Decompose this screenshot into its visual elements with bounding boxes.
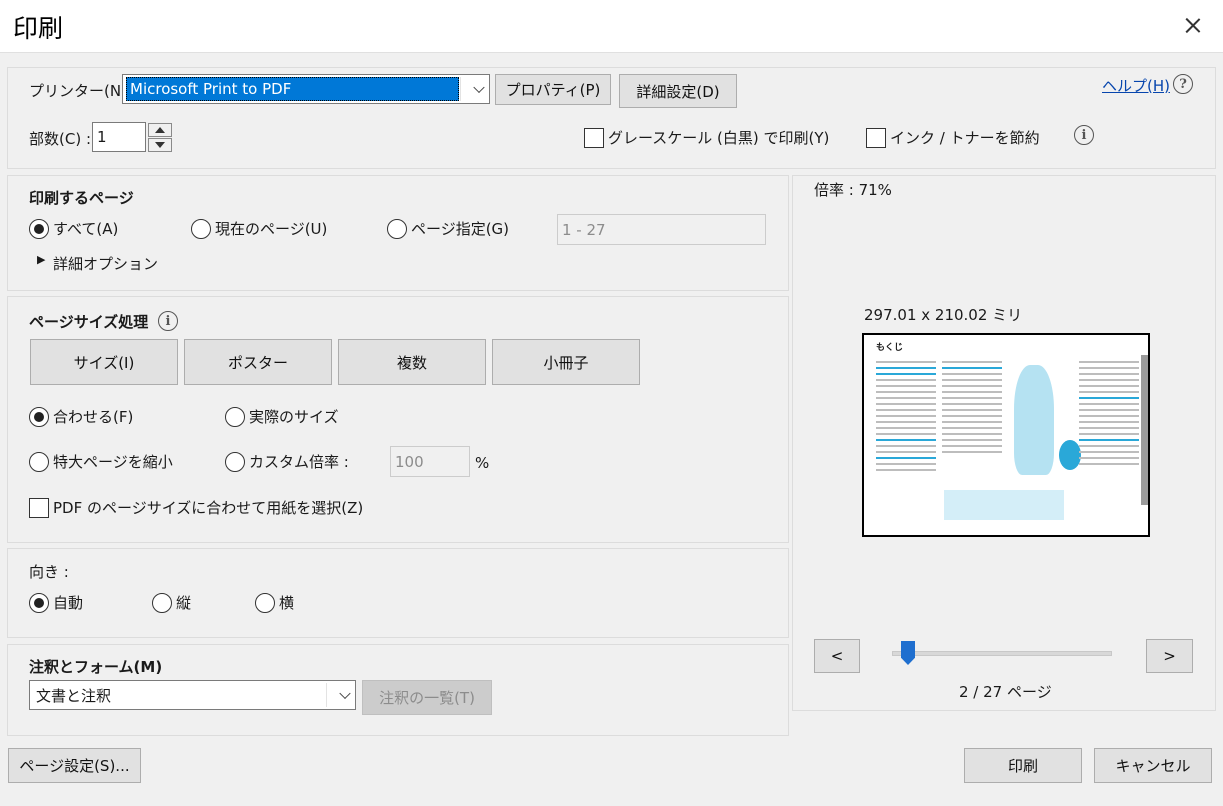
orientation-portrait-label: 縦 [176, 594, 192, 612]
shrink-radio[interactable]: 特大ページを縮小 [29, 451, 173, 472]
checkbox-box [29, 497, 49, 518]
annotations-heading: 注釈とフォーム(M) [29, 658, 163, 676]
pdf-paper-label: PDF のページサイズに合わせて用紙を選択(Z) [53, 499, 364, 517]
help-question-icon[interactable]: ? [1173, 74, 1193, 94]
grayscale-checkbox[interactable]: グレースケール (白黒) で印刷(Y) [584, 127, 829, 148]
orientation-heading: 向き : [29, 563, 69, 581]
radio-circle [387, 218, 407, 239]
info-icon[interactable]: i [1074, 125, 1094, 145]
title-bar: 印刷 [0, 0, 1223, 52]
thumbnail-column [876, 357, 936, 475]
radio-circle [225, 451, 245, 472]
pages-all-radio[interactable]: すべて(A) [29, 218, 118, 239]
orientation-landscape-label: 横 [279, 594, 295, 612]
page-info: 2 / 27 ページ [959, 683, 1052, 701]
chevron-down-icon [339, 687, 351, 700]
orientation-panel [7, 548, 789, 638]
prev-page-button[interactable]: < [814, 639, 860, 673]
orientation-auto-label: 自動 [53, 594, 84, 612]
page-dimensions: 297.01 x 210.02 ミリ [864, 306, 1023, 324]
print-button[interactable]: 印刷 [964, 748, 1082, 783]
illustration-figure [1014, 365, 1054, 475]
orientation-auto-radio[interactable]: 自動 [29, 592, 83, 613]
save-ink-label: インク / トナーを節約 [890, 129, 1040, 147]
thumbnail-heading: もくじ [876, 343, 904, 353]
actual-size-radio[interactable]: 実際のサイズ [225, 406, 339, 427]
radio-circle [152, 592, 172, 613]
pages-heading: 印刷するページ [29, 189, 134, 207]
window-title: 印刷 [13, 14, 64, 43]
expand-triangle-icon[interactable]: ▶ [37, 253, 45, 266]
pages-current-radio[interactable]: 現在のページ(U) [191, 218, 327, 239]
annotation-summary-button[interactable]: 注釈の一覧(T) [362, 680, 492, 715]
shrink-label: 特大ページを縮小 [53, 453, 173, 471]
copies-label: 部数(C) : [29, 130, 91, 148]
fit-label: 合わせる(F) [53, 408, 134, 426]
custom-scale-radio[interactable]: カスタム倍率 : [225, 451, 349, 472]
printer-label: プリンター(N) : [29, 82, 137, 100]
annotations-select[interactable]: 文書と注釈 [29, 680, 356, 710]
orientation-portrait-radio[interactable]: 縦 [152, 592, 191, 613]
dropdown-separator [326, 683, 327, 707]
actual-size-label: 実際のサイズ [249, 408, 339, 426]
custom-scale-label: カスタム倍率 : [249, 453, 349, 471]
radio-circle [255, 592, 275, 613]
printer-selected-value: Microsoft Print to PDF [126, 77, 459, 101]
help-link[interactable]: ヘルプ(H) [1102, 75, 1170, 96]
page-preview-thumbnail: もくじ [862, 333, 1150, 537]
pages-range-radio[interactable]: ページ指定(G) [387, 218, 509, 239]
page-setup-button[interactable]: ページ設定(S)... [8, 748, 141, 783]
close-icon[interactable] [1176, 8, 1210, 42]
sizing-info-icon[interactable]: i [158, 311, 178, 331]
thumbnail-column [1079, 357, 1139, 469]
illustration-plant [1059, 440, 1081, 470]
illustration-floor [944, 490, 1064, 520]
printer-select[interactable]: Microsoft Print to PDF [122, 74, 490, 104]
checkbox-box [866, 127, 886, 148]
dropdown-separator [460, 77, 461, 101]
annotations-selected-value: 文書と注釈 [36, 686, 112, 705]
orientation-landscape-radio[interactable]: 横 [255, 592, 294, 613]
copies-up-icon[interactable] [148, 123, 172, 137]
pages-current-label: 現在のページ(U) [215, 220, 328, 238]
page-slider-track[interactable] [892, 651, 1112, 656]
custom-scale-input[interactable]: 100 [390, 446, 470, 477]
cancel-button[interactable]: キャンセル [1094, 748, 1212, 783]
radio-circle [29, 451, 49, 472]
poster-button[interactable]: ポスター [184, 339, 332, 385]
size-button[interactable]: サイズ(I) [30, 339, 178, 385]
copies-input[interactable]: 1 [92, 122, 146, 152]
copies-down-icon[interactable] [148, 138, 172, 152]
pages-all-label: すべて(A) [53, 220, 119, 238]
zoom-label: 倍率 : 71% [814, 181, 892, 199]
next-page-button[interactable]: > [1146, 639, 1193, 673]
pdf-paper-checkbox[interactable]: PDF のページサイズに合わせて用紙を選択(Z) [29, 497, 363, 518]
booklet-button[interactable]: 小冊子 [492, 339, 640, 385]
thumbnail-index-tabs [1141, 355, 1148, 505]
radio-circle [225, 406, 245, 427]
pages-range-label: ページ指定(G) [411, 220, 510, 238]
radio-circle [29, 218, 49, 239]
sizing-heading: ページサイズ処理 [29, 313, 149, 331]
save-ink-checkbox[interactable]: インク / トナーを節約 [866, 127, 1040, 148]
more-options-label[interactable]: 詳細オプション [53, 253, 158, 274]
percent-sign: % [475, 454, 490, 472]
radio-circle [29, 592, 49, 613]
multiple-button[interactable]: 複数 [338, 339, 486, 385]
grayscale-label: グレースケール (白黒) で印刷(Y) [608, 129, 830, 147]
advanced-button[interactable]: 詳細設定(D) [619, 74, 737, 108]
chevron-down-icon [473, 81, 485, 94]
checkbox-box [584, 127, 604, 148]
radio-circle [29, 406, 49, 427]
thumbnail-column [942, 357, 1002, 457]
radio-circle [191, 218, 211, 239]
fit-radio[interactable]: 合わせる(F) [29, 406, 133, 427]
properties-button[interactable]: プロパティ(P) [495, 74, 611, 105]
page-range-input[interactable]: 1 - 27 [557, 214, 766, 245]
